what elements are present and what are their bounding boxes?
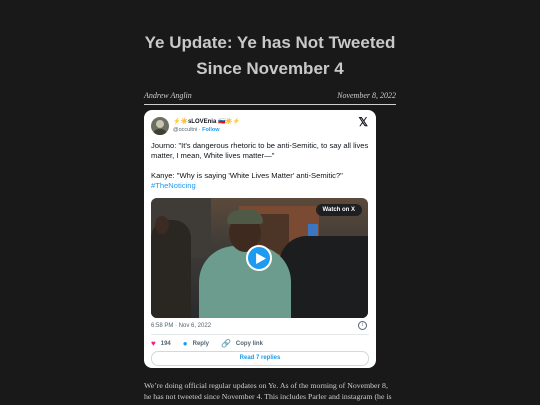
play-icon [256, 253, 266, 264]
article-title: Ye Update: Ye has Not Tweeted Since Nove… [100, 30, 440, 82]
article-date: November 8, 2022 [337, 91, 396, 100]
embedded-tweet[interactable]: ⚡☀️sLOVEnia 🇸🇮☀️⚡ @occultni · Follow 𝕏 J… [144, 110, 376, 368]
divider [144, 104, 396, 105]
article-title-line-1: Ye Update: Ye has Not Tweeted [144, 33, 396, 52]
divider [151, 334, 369, 335]
watch-on-x-button[interactable]: Watch on X [315, 204, 362, 216]
hashtag-link[interactable]: #TheNoticing [151, 181, 369, 191]
copy-link-button[interactable]: 🔗 Copy link [221, 339, 263, 348]
tweet-video[interactable]: Watch on X [151, 198, 368, 318]
reply-label: Reply [192, 340, 209, 347]
article-body: We’re doing official regular updates on … [144, 381, 392, 401]
like-count: 194 [160, 340, 171, 347]
copy-link-label: Copy link [235, 340, 263, 347]
read-replies-button[interactable]: Read 7 replies [151, 351, 369, 366]
tweet-timestamp[interactable]: 6:58 PM · Nov 6, 2022 [151, 323, 211, 329]
like-button[interactable]: ♥ 194 [151, 339, 171, 348]
tweet-handle[interactable]: @occultni [173, 127, 197, 133]
article-meta: Andrew Anglin November 8, 2022 [144, 91, 396, 100]
link-icon: 🔗 [220, 339, 231, 348]
info-icon[interactable]: i [358, 321, 367, 330]
article-title-line-2: Since November 4 [196, 59, 344, 78]
heart-icon: ♥ [151, 339, 156, 348]
reply-button[interactable]: ● Reply [183, 339, 209, 348]
follow-button[interactable]: Follow [202, 127, 219, 133]
reply-icon: ● [182, 339, 188, 348]
tweet-display-name[interactable]: ⚡☀️sLOVEnia 🇸🇮☀️⚡ [173, 118, 240, 125]
article-author[interactable]: Andrew Anglin [144, 91, 192, 100]
tweet-handle-row: @occultni · Follow [173, 127, 220, 133]
play-button[interactable] [246, 245, 272, 271]
tweet-text-line-1: Journo: "It's dangerous rhetoric to be a… [151, 141, 369, 160]
tweet-text: Journo: "It's dangerous rhetoric to be a… [151, 141, 369, 191]
avatar[interactable] [151, 117, 169, 135]
tweet-actions: ♥ 194 ● Reply 🔗 Copy link [151, 339, 275, 348]
x-logo-icon[interactable]: 𝕏 [358, 115, 368, 129]
tweet-text-line-2: Kanye: "Why is saying 'White Lives Matte… [151, 171, 343, 180]
